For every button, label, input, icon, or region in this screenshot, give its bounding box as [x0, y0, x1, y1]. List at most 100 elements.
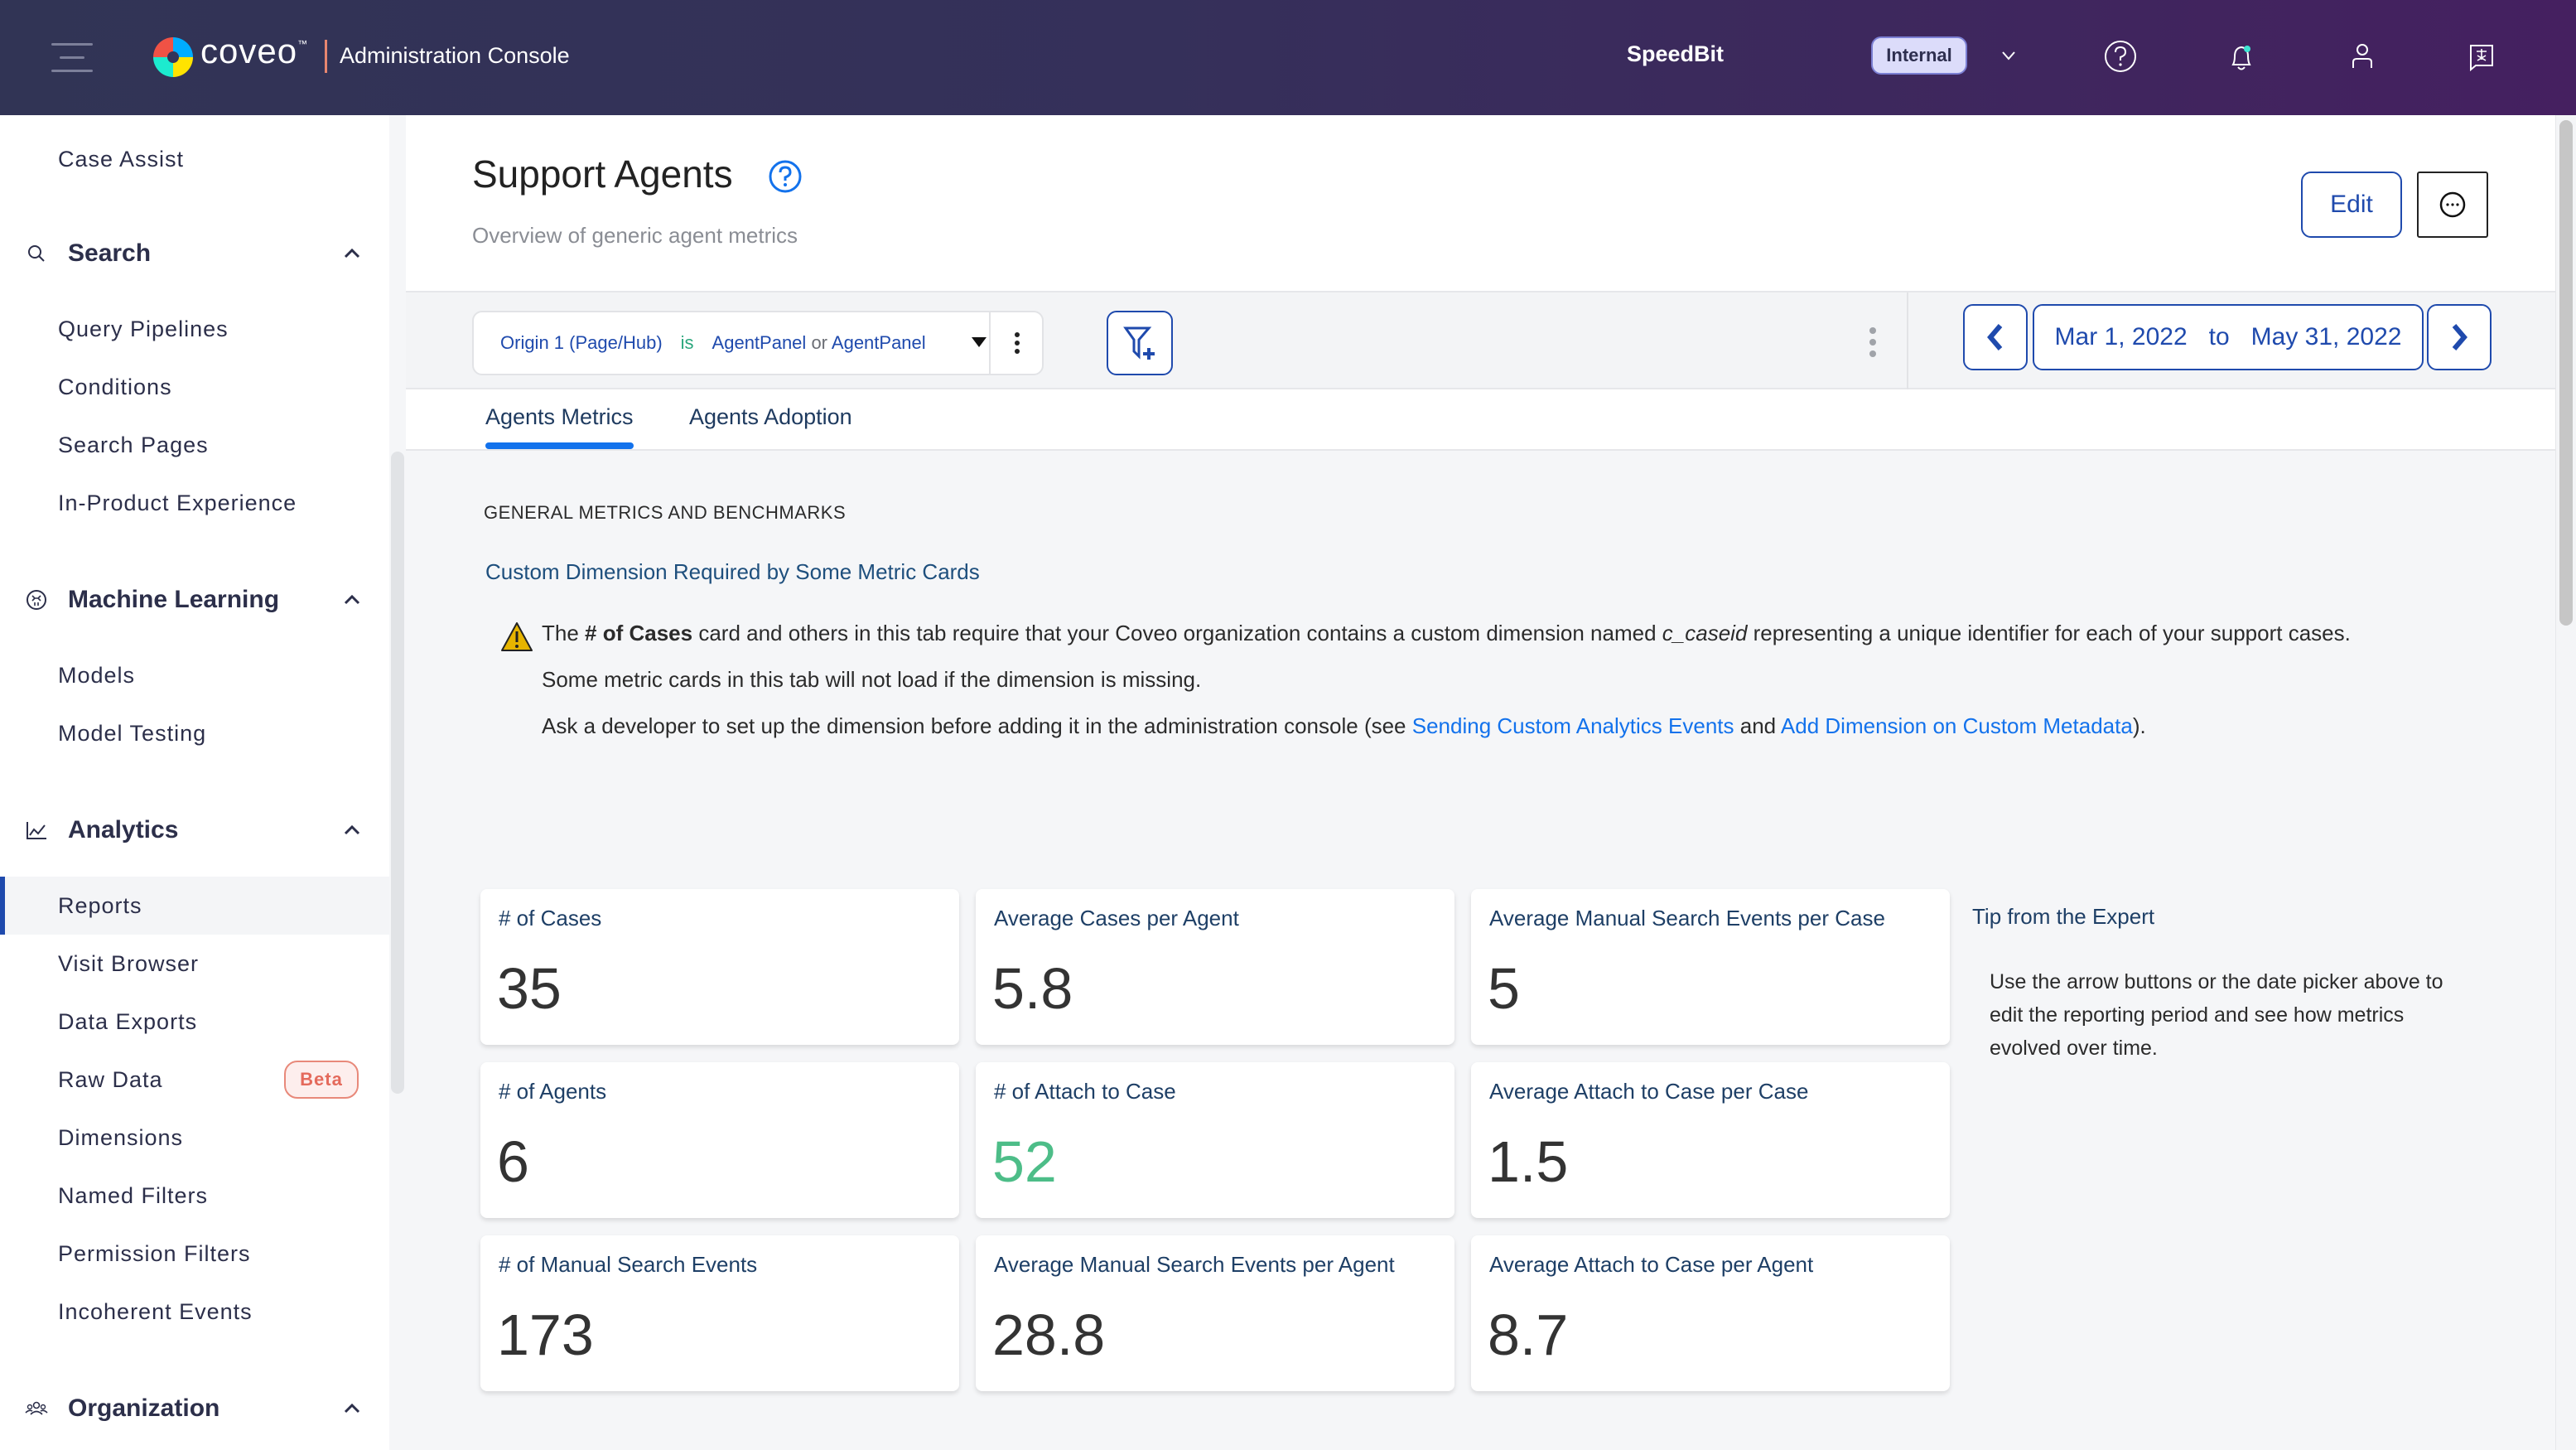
- translate-icon[interactable]: [2460, 35, 2503, 78]
- previous-period-button[interactable]: [1963, 304, 2028, 370]
- coveo-logo: [153, 37, 193, 77]
- warning-icon: [501, 622, 533, 651]
- link-sending-custom-analytics-events[interactable]: Sending Custom Analytics Events: [1412, 713, 1734, 738]
- divider: [1907, 292, 1908, 389]
- link-add-dimension-on-custom-metadata[interactable]: Add Dimension on Custom Metadata: [1781, 713, 2133, 738]
- sidebar-item-dimensions[interactable]: Dimensions: [0, 1109, 389, 1167]
- metric-card-title: Average Attach to Case per Agent: [1489, 1252, 1814, 1277]
- metric-card-title: Average Manual Search Events per Case: [1489, 906, 1885, 930]
- metric-card[interactable]: # of Manual Search Events 173: [480, 1235, 959, 1391]
- sidebar-item-permission-filters[interactable]: Permission Filters: [0, 1225, 389, 1283]
- metric-card-value: 5: [1488, 956, 1520, 1021]
- more-options-button[interactable]: [2417, 172, 2488, 238]
- metric-card-title: Average Attach to Case per Case: [1489, 1079, 1809, 1104]
- sidebar-item-model-testing[interactable]: Model Testing: [0, 704, 389, 762]
- sidebar-scrollbar-thumb[interactable]: [391, 452, 404, 1094]
- metric-card[interactable]: Average Manual Search Events per Agent 28…: [976, 1235, 1454, 1391]
- next-period-button[interactable]: [2427, 304, 2492, 370]
- sidebar-item-query-pipelines[interactable]: Query Pipelines: [0, 300, 389, 358]
- metric-card-title: # of Agents: [499, 1079, 607, 1104]
- add-filter-button[interactable]: [1107, 311, 1173, 375]
- metric-card-value: 173: [497, 1303, 594, 1367]
- org-name[interactable]: SpeedBit: [1627, 41, 1724, 67]
- metric-card-title: # of Cases: [499, 906, 602, 930]
- metric-card[interactable]: Average Manual Search Events per Case 5: [1471, 889, 1950, 1045]
- help-circle-icon[interactable]: [767, 158, 803, 195]
- notice-text-line-1: The # of Cases card and others in this t…: [542, 621, 2351, 645]
- sidebar-section-machine-learning[interactable]: Machine Learning: [0, 571, 389, 629]
- caret-down-icon[interactable]: [971, 336, 987, 349]
- top-bar: coveo™ Administration Console SpeedBit I…: [0, 0, 2576, 115]
- metric-card-value: 1.5: [1488, 1129, 1569, 1194]
- notice-text-line-3: Ask a developer to set up the dimension …: [542, 713, 2146, 738]
- filter-add-icon: [1123, 326, 1155, 360]
- kebab-icon: [1015, 332, 1020, 354]
- sidebar-section-organization[interactable]: Organization: [0, 1380, 389, 1438]
- sidebar-item-named-filters[interactable]: Named Filters: [0, 1167, 389, 1225]
- chevron-up-icon[interactable]: [340, 1396, 364, 1421]
- chevron-down-icon[interactable]: [1996, 43, 2021, 68]
- filter-options-button[interactable]: [989, 312, 1044, 374]
- more-horizontal-icon: [2439, 191, 2466, 218]
- edit-button[interactable]: Edit: [2301, 172, 2402, 238]
- sidebar-item-search-pages[interactable]: Search Pages: [0, 416, 389, 474]
- brand-name: coveo™: [200, 31, 309, 70]
- sidebar-item-raw-data[interactable]: Raw Data Beta: [0, 1051, 389, 1109]
- notifications-icon[interactable]: [2220, 35, 2263, 78]
- sidebar-section-search[interactable]: Search: [0, 225, 389, 283]
- user-icon[interactable]: [2341, 35, 2384, 78]
- sidebar-item-in-product-experience[interactable]: In-Product Experience: [0, 474, 389, 532]
- sidebar-section-analytics[interactable]: Analytics: [0, 801, 389, 859]
- metric-card-value: 52: [992, 1129, 1057, 1194]
- tab-agents-adoption[interactable]: Agents Adoption: [689, 404, 852, 430]
- sidebar-item-visit-browser[interactable]: Visit Browser: [0, 935, 389, 993]
- section-heading: GENERAL METRICS AND BENCHMARKS: [484, 502, 847, 523]
- tabs: Agents Metrics Agents Adoption: [406, 389, 2555, 451]
- metric-card[interactable]: Average Cases per Agent 5.8: [976, 889, 1454, 1045]
- chevron-right-icon: [2452, 324, 2467, 350]
- sidebar: Case Assist Search Query Pipelines Condi…: [0, 115, 406, 1450]
- date-range-picker[interactable]: Mar 1, 2022 to May 31, 2022: [2033, 304, 2424, 370]
- page-subtitle: Overview of generic agent metrics: [472, 223, 798, 248]
- sidebar-item-incoherent-events[interactable]: Incoherent Events: [0, 1283, 389, 1341]
- environment-badge[interactable]: Internal: [1871, 36, 1967, 75]
- chevron-up-icon[interactable]: [340, 818, 364, 843]
- sidebar-item-case-assist[interactable]: Case Assist: [0, 130, 389, 188]
- metric-card[interactable]: Average Attach to Case per Case 1.5: [1471, 1062, 1950, 1218]
- chevron-left-icon: [1987, 324, 2003, 350]
- page-header: Support Agents Overview of generic agent…: [406, 115, 2555, 292]
- help-icon[interactable]: [2099, 35, 2142, 78]
- menu-icon[interactable]: [51, 43, 94, 73]
- main-scrollbar-thumb[interactable]: [2559, 120, 2573, 626]
- metric-card[interactable]: Average Attach to Case per Agent 8.7: [1471, 1235, 1950, 1391]
- chevron-up-icon[interactable]: [340, 587, 364, 612]
- metric-card[interactable]: # of Cases 35: [480, 889, 959, 1045]
- metric-card-title: # of Manual Search Events: [499, 1252, 758, 1277]
- tip-title: Tip from the Expert: [1972, 904, 2155, 929]
- metric-card-title: # of Attach to Case: [994, 1079, 1176, 1104]
- kebab-icon: [1869, 327, 1876, 357]
- beta-badge: Beta: [284, 1061, 359, 1099]
- notice-title: Custom Dimension Required by Some Metric…: [485, 559, 980, 584]
- metric-card-title: Average Manual Search Events per Agent: [994, 1252, 1395, 1277]
- sidebar-item-models[interactable]: Models: [0, 646, 389, 704]
- sidebar-item-data-exports[interactable]: Data Exports: [0, 993, 389, 1051]
- sidebar-item-conditions[interactable]: Conditions: [0, 358, 389, 416]
- filter-pill[interactable]: Origin 1 (Page/Hub) is AgentPanel or Agent…: [472, 311, 1044, 375]
- metric-card-value: 35: [497, 956, 562, 1021]
- tab-agents-metrics[interactable]: Agents Metrics: [485, 404, 634, 449]
- metric-card-value: 28.8: [992, 1303, 1106, 1367]
- main-content: Support Agents Overview of generic agent…: [406, 115, 2555, 1450]
- page-title: Support Agents: [472, 152, 733, 196]
- metric-card-value: 6: [497, 1129, 529, 1194]
- metric-card[interactable]: # of Agents 6: [480, 1062, 959, 1218]
- filter-expression: Origin 1 (Page/Hub) is AgentPanel or Agent…: [500, 332, 926, 353]
- brand-divider: [325, 40, 327, 73]
- notice-text-line-2: Some metric cards in this tab will not l…: [542, 667, 1202, 692]
- metric-card[interactable]: # of Attach to Case 52: [976, 1062, 1454, 1218]
- sidebar-item-reports[interactable]: Reports: [0, 877, 389, 935]
- metric-card-title: Average Cases per Agent: [994, 906, 1239, 930]
- metric-card-value: 8.7: [1488, 1303, 1569, 1367]
- chevron-up-icon[interactable]: [340, 241, 364, 266]
- bar-options-button[interactable]: [1860, 322, 1885, 362]
